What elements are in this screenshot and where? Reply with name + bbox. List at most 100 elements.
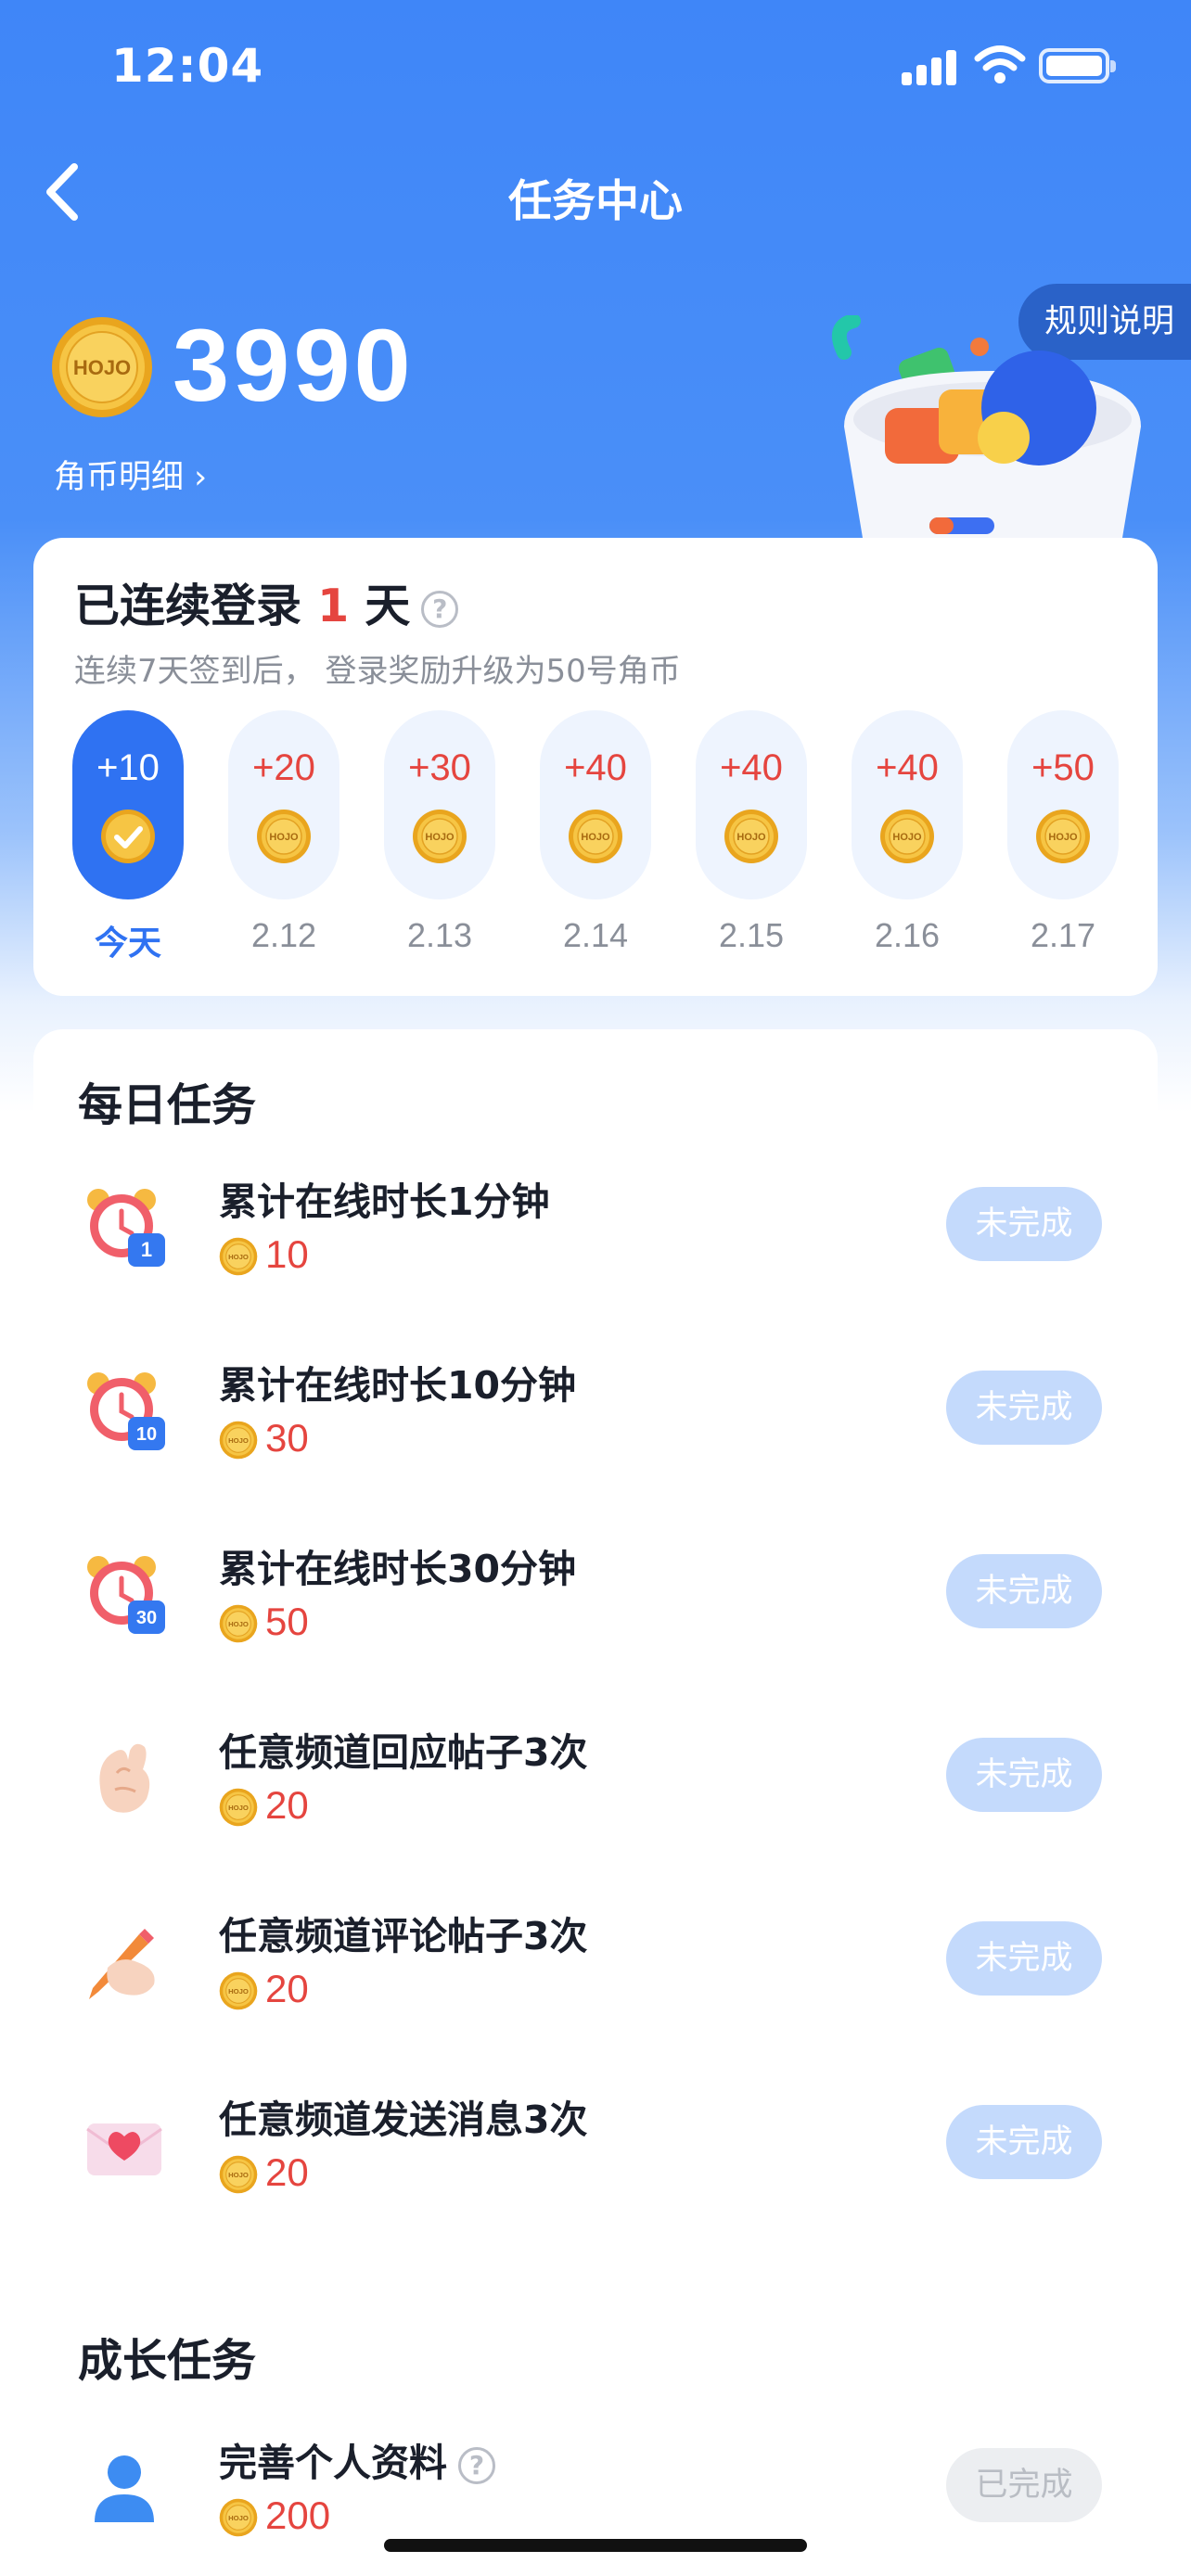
signin-day-pill: +20 HOJO bbox=[228, 710, 339, 899]
hojo-coin-icon: HOJO bbox=[219, 2498, 258, 2537]
svg-text:HOJO: HOJO bbox=[1048, 832, 1078, 843]
svg-text:HOJO: HOJO bbox=[228, 2514, 249, 2522]
page-title: 任务中心 bbox=[508, 176, 683, 227]
hojo-coin-icon: HOJO bbox=[219, 1421, 258, 1460]
svg-text:1: 1 bbox=[141, 1238, 152, 1261]
svg-text:HOJO: HOJO bbox=[228, 1436, 249, 1445]
task-row: 任意频道回应帖子3次 HOJO 20 未完成 bbox=[33, 1710, 1158, 1840]
signin-card: 已连续登录 1 天? 连续7天签到后， 登录奖励升级为50号角币 +10 今天 +2… bbox=[33, 538, 1158, 996]
hojo-coin-icon: HOJO bbox=[219, 1788, 258, 1827]
signin-day[interactable]: +30 HOJO 2.13 bbox=[384, 710, 495, 955]
svg-text:10: 10 bbox=[136, 1424, 157, 1445]
battery-icon bbox=[1039, 48, 1116, 83]
alarm-clock-icon: 10 bbox=[87, 1372, 165, 1450]
finger-heart-icon bbox=[99, 1743, 150, 1813]
task-status-button[interactable]: 未完成 bbox=[946, 1371, 1102, 1445]
task-reward-value: 30 bbox=[265, 1416, 309, 1460]
hojo-coin-icon: HOJO bbox=[219, 1971, 258, 2010]
help-icon[interactable]: ? bbox=[421, 590, 459, 628]
signin-day-pill: +50 HOJO bbox=[1007, 710, 1119, 899]
hojo-coin-icon: HOJO bbox=[257, 810, 311, 863]
signin-day[interactable]: +50 HOJO 2.17 bbox=[1007, 710, 1119, 955]
daily-tasks-title: 每日任务 bbox=[78, 1079, 257, 1131]
task-card: 每日任务 成长任务 1 累计在线时长1分钟 HOJO 10 未完成 10 累计在线时长10分… bbox=[33, 1029, 1158, 2576]
signin-day[interactable]: +20 HOJO 2.12 bbox=[228, 710, 339, 955]
hojo-coin-icon: HOJO bbox=[1036, 810, 1090, 863]
task-status-button[interactable]: 未完成 bbox=[946, 1921, 1102, 1996]
task-row: 30 累计在线时长30分钟 HOJO 50 未完成 bbox=[33, 1526, 1158, 1656]
svg-text:HOJO: HOJO bbox=[228, 1253, 249, 1261]
status-time: 12:04 bbox=[111, 39, 264, 93]
task-status-button[interactable]: 未完成 bbox=[946, 2105, 1102, 2179]
consecutive-days: 1 bbox=[317, 580, 350, 632]
svg-text:HOJO: HOJO bbox=[892, 832, 922, 843]
task-status-button[interactable]: 未完成 bbox=[946, 1554, 1102, 1628]
task-row: 任意频道评论帖子3次 HOJO 20 未完成 bbox=[33, 1894, 1158, 2023]
hojo-coin-icon: HOJO bbox=[724, 810, 778, 863]
task-row: 完善个人资料? HOJO 200 已完成 bbox=[33, 2420, 1158, 2550]
task-name: 累计在线时长10分钟 bbox=[219, 1363, 577, 1408]
hojo-coin-icon: HOJO bbox=[880, 810, 934, 863]
signin-day[interactable]: +40 HOJO 2.16 bbox=[852, 710, 963, 955]
svg-text:HOJO: HOJO bbox=[269, 832, 299, 843]
signin-day-amount: +10 bbox=[96, 747, 160, 788]
signin-day[interactable]: +40 HOJO 2.14 bbox=[540, 710, 651, 955]
signin-day-pill: +40 HOJO bbox=[852, 710, 963, 899]
signin-day-amount: +40 bbox=[876, 747, 939, 788]
task-row: 10 累计在线时长10分钟 HOJO 30 未完成 bbox=[33, 1343, 1158, 1473]
user-profile-icon bbox=[95, 2455, 154, 2522]
task-reward-value: 10 bbox=[265, 1232, 309, 1276]
hojo-coin-icon: HOJO bbox=[413, 810, 467, 863]
coin-detail-link[interactable]: 角币明细 › bbox=[54, 451, 207, 498]
hojo-coin-icon: HOJO bbox=[569, 810, 622, 863]
signin-subtitle: 连续7天签到后， 登录奖励升级为50号角币 bbox=[74, 653, 681, 690]
task-name: 任意频道评论帖子3次 bbox=[219, 1914, 588, 1958]
task-status-button[interactable]: 已完成 bbox=[946, 2448, 1102, 2522]
task-row: 1 累计在线时长1分钟 HOJO 10 未完成 bbox=[33, 1159, 1158, 1289]
task-reward-value: 20 bbox=[265, 2150, 309, 2194]
signin-day-pill: +40 HOJO bbox=[696, 710, 807, 899]
hojo-coin-icon: HOJO bbox=[219, 1237, 258, 1276]
signin-day-amount: +20 bbox=[252, 747, 315, 788]
home-indicator bbox=[384, 2539, 807, 2552]
signin-day-pill: +40 HOJO bbox=[540, 710, 651, 899]
svg-text:HOJO: HOJO bbox=[425, 832, 455, 843]
svg-text:HOJO: HOJO bbox=[228, 1804, 249, 1812]
checked-coin-icon bbox=[101, 810, 155, 863]
signin-day-date: 2.13 bbox=[406, 916, 473, 954]
hojo-coin-icon: HOJO bbox=[219, 1604, 258, 1643]
hojo-coin-icon: HOJO bbox=[52, 317, 152, 417]
signin-day[interactable]: +10 今天 bbox=[72, 710, 184, 964]
gift-cup-illustration bbox=[831, 315, 1141, 553]
help-icon[interactable]: ? bbox=[458, 2447, 495, 2484]
task-reward-value: 20 bbox=[265, 1783, 309, 1827]
wifi-icon bbox=[974, 45, 1026, 83]
signin-day-date: 2.14 bbox=[562, 916, 629, 954]
cellular-signal-icon bbox=[902, 48, 957, 85]
signin-day-amount: +50 bbox=[1031, 747, 1095, 788]
signin-day-date: 2.15 bbox=[718, 916, 785, 954]
svg-text:HOJO: HOJO bbox=[228, 2171, 249, 2179]
signin-day[interactable]: +40 HOJO 2.15 bbox=[696, 710, 807, 955]
svg-text:HOJO: HOJO bbox=[228, 1620, 249, 1628]
task-reward-value: 200 bbox=[265, 2493, 331, 2537]
task-reward-value: 50 bbox=[265, 1600, 309, 1643]
svg-text:HOJO: HOJO bbox=[228, 1987, 249, 1996]
signin-day-date: 2.12 bbox=[250, 916, 317, 954]
signin-day-date: 今天 bbox=[94, 925, 161, 963]
task-status-button[interactable]: 未完成 bbox=[946, 1738, 1102, 1812]
hojo-coin-icon: HOJO bbox=[219, 2155, 258, 2194]
svg-text:HOJO: HOJO bbox=[581, 832, 610, 843]
task-name: 累计在线时长1分钟 bbox=[219, 1180, 550, 1224]
love-letter-icon bbox=[86, 2123, 162, 2175]
coin-balance: 3990 bbox=[173, 309, 415, 423]
task-name: 任意频道回应帖子3次 bbox=[219, 1730, 588, 1775]
task-name: 累计在线时长30分钟 bbox=[219, 1547, 577, 1591]
signin-day-amount: +40 bbox=[720, 747, 783, 788]
svg-text:HOJO: HOJO bbox=[736, 832, 766, 843]
signin-day-pill: +10 bbox=[72, 710, 184, 899]
writing-hand-icon bbox=[89, 1929, 155, 1999]
signin-day-date: 2.16 bbox=[874, 916, 941, 954]
signin-title: 已连续登录 1 天? bbox=[74, 569, 459, 635]
task-status-button[interactable]: 未完成 bbox=[946, 1187, 1102, 1261]
